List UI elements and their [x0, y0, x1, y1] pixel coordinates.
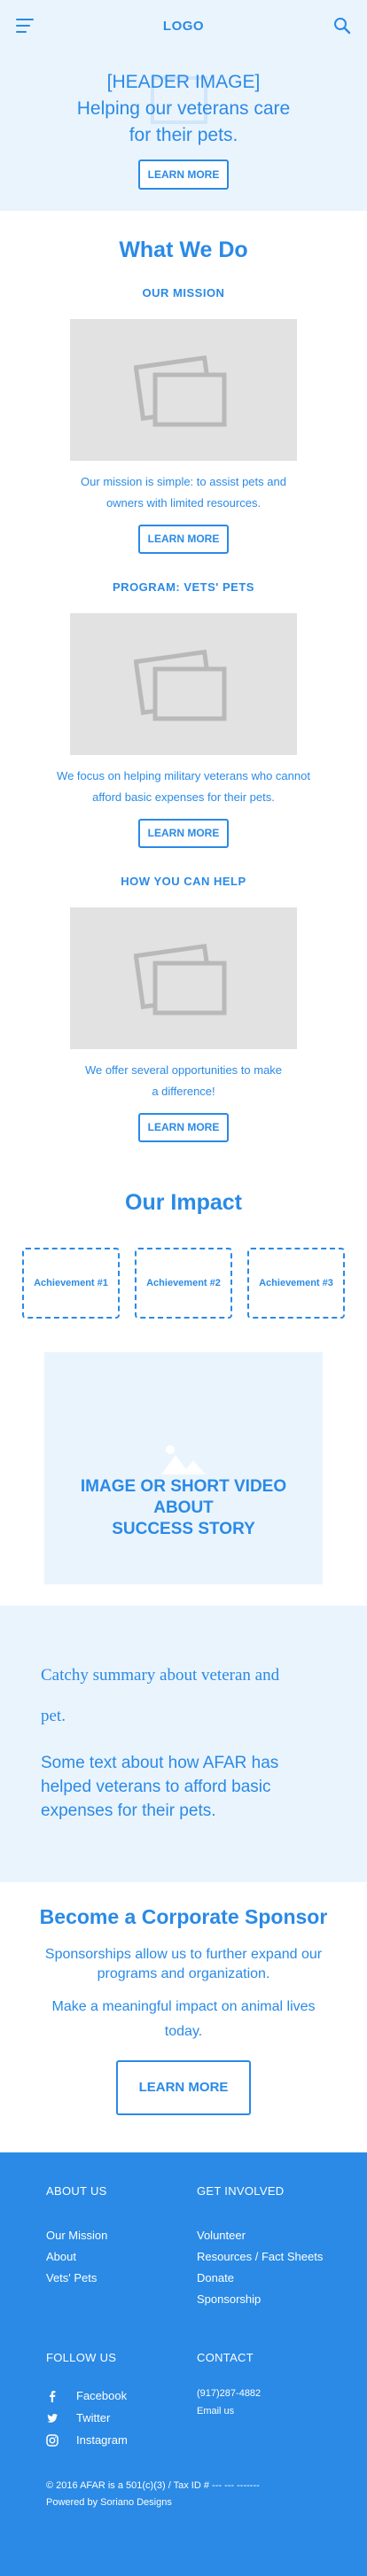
- copyright: © 2016 AFAR is a 501(c)(3) / Tax ID # --…: [46, 2478, 367, 2511]
- program-description-line-1: We focus on helping military veterans wh…: [57, 769, 310, 782]
- hero-header: [HEADER IMAGE] Helping our veterans care…: [0, 51, 367, 211]
- footer-link-donate[interactable]: Donate: [197, 2268, 347, 2289]
- achievements-row: Achievement #1 Achievement #2 Achievemen…: [22, 1248, 345, 1319]
- sponsor-text: Sponsorships allow us to further expand …: [44, 1947, 323, 1981]
- contact-email-link[interactable]: Email us: [197, 2402, 347, 2420]
- footer-link-volunteer[interactable]: Volunteer: [197, 2225, 347, 2246]
- twitter-link[interactable]: Twitter: [46, 2407, 197, 2429]
- footer-involved-heading: GET INVOLVED: [197, 2184, 285, 2198]
- hero-tagline-line-2: for their pets.: [129, 125, 238, 145]
- footer-link-vets-pets[interactable]: Vets' Pets: [46, 2268, 197, 2289]
- help-description: We offer several opportunities to make a…: [37, 1060, 330, 1102]
- image-placeholder-icon: [134, 355, 227, 427]
- impact-section: Our Impact Achievement #1 Achievement #2…: [0, 1190, 367, 1584]
- footer-follow-heading: FOLLOW US: [46, 2351, 117, 2364]
- footer-involved-column: GET INVOLVED Volunteer Resources / Fact …: [197, 2184, 347, 2310]
- summary-headline: Catchy summary about veteran and pet.: [41, 1655, 326, 1737]
- program-learn-more-button[interactable]: LEARN MORE: [138, 819, 229, 848]
- help-title: HOW YOU CAN HELP: [121, 875, 246, 888]
- help-block: HOW YOU CAN HELP We offer several opport…: [0, 875, 367, 1142]
- achievement-1[interactable]: Achievement #1: [22, 1248, 120, 1319]
- footer-link-our-mission[interactable]: Our Mission: [46, 2225, 197, 2246]
- mission-title: OUR MISSION: [142, 286, 225, 300]
- hero-tagline-line-1: Helping our veterans care: [76, 98, 291, 119]
- program-block: PROGRAM: VETS' PETS We focus on helping …: [0, 580, 367, 848]
- facebook-icon: [50, 2390, 56, 2402]
- sponsor-text-2: Make a meaningful impact on animal lives…: [51, 1999, 316, 2039]
- success-story-media[interactable]: IMAGE OR SHORT VIDEO ABOUT SUCCESS STORY: [44, 1352, 323, 1584]
- instagram-link[interactable]: Instagram: [46, 2429, 197, 2451]
- logo[interactable]: LOGO: [163, 19, 204, 34]
- footer-link-resources[interactable]: Resources / Fact Sheets: [197, 2246, 347, 2268]
- sponsor-learn-more-button[interactable]: LEARN MORE: [116, 2060, 251, 2115]
- mission-description: Our mission is simple: to assist pets an…: [37, 471, 330, 514]
- help-description-line-2: a difference!: [152, 1085, 215, 1098]
- help-description-line-1: We offer several opportunities to make: [84, 1063, 283, 1077]
- footer-link-sponsorship[interactable]: Sponsorship: [197, 2289, 347, 2310]
- program-title: PROGRAM: VETS' PETS: [113, 580, 254, 594]
- story-line-1: IMAGE OR SHORT VIDEO: [80, 1477, 287, 1496]
- footer-follow-column: FOLLOW US Facebook Twitter Instagram: [46, 2351, 197, 2451]
- footer-about-column: ABOUT US Our Mission About Vets' Pets: [46, 2184, 197, 2310]
- image-placeholder-icon: [134, 944, 227, 1016]
- top-navigation-bar: LOGO: [0, 0, 367, 51]
- footer-contact-column: CONTACT (917)287-4882 Email us: [197, 2351, 347, 2451]
- mountain-image-icon: [161, 1445, 206, 1475]
- twitter-label: Twitter: [76, 2411, 111, 2424]
- summary-text: Some text about how AFAR has helped vete…: [41, 1754, 279, 1820]
- program-image-placeholder: [70, 613, 297, 755]
- footer: ABOUT US Our Mission About Vets' Pets GE…: [0, 2152, 367, 2576]
- contact-phone[interactable]: (917)287-4882: [197, 2385, 347, 2402]
- footer-contact-heading: CONTACT: [197, 2351, 254, 2364]
- mission-description-line-1: Our mission is simple: to assist pets an…: [81, 475, 286, 488]
- search-icon[interactable]: [333, 17, 351, 35]
- image-placeholder-icon: [134, 650, 227, 721]
- footer-about-heading: ABOUT US: [46, 2184, 107, 2198]
- copyright-line-1: © 2016 AFAR is a 501(c)(3) / Tax ID # --…: [46, 2480, 260, 2491]
- facebook-label: Facebook: [76, 2389, 128, 2402]
- twitter-icon: [47, 2413, 58, 2423]
- what-we-do-title: What We Do: [119, 237, 248, 262]
- story-line-2: ABOUT: [153, 1498, 214, 1517]
- summary-headline-line-1: Catchy summary about veteran and: [41, 1666, 280, 1685]
- summary-headline-line-2: pet.: [41, 1707, 66, 1725]
- sponsor-section: Become a Corporate Sponsor Sponsorships …: [0, 1882, 367, 2152]
- footer-top-row: ABOUT US Our Mission About Vets' Pets GE…: [46, 2184, 367, 2310]
- mission-image-placeholder: [70, 319, 297, 461]
- instagram-icon: [46, 2433, 59, 2447]
- story-line-3: SUCCESS STORY: [112, 1520, 255, 1538]
- footer-link-about[interactable]: About: [46, 2246, 197, 2268]
- mission-learn-more-button[interactable]: LEARN MORE: [138, 525, 229, 554]
- header-image-label: [HEADER IMAGE]: [106, 72, 261, 92]
- footer-bottom-row: FOLLOW US Facebook Twitter Instagram CON…: [46, 2351, 367, 2451]
- help-image-placeholder: [70, 907, 297, 1049]
- program-description-line-2: afford basic expenses for their pets.: [92, 790, 275, 804]
- achievement-2[interactable]: Achievement #2: [135, 1248, 232, 1319]
- sponsor-title: Become a Corporate Sponsor: [39, 1905, 328, 1928]
- summary-section: Catchy summary about veteran and pet. So…: [0, 1606, 367, 1882]
- impact-title: Our Impact: [125, 1190, 242, 1215]
- page: LOGO [HEADER IMAGE] Helping our veterans…: [0, 0, 367, 2576]
- help-learn-more-button[interactable]: LEARN MORE: [138, 1113, 229, 1142]
- what-we-do-section: What We Do OUR MISSION Our mission is si…: [0, 211, 367, 1142]
- hero-learn-more-button[interactable]: LEARN MORE: [138, 160, 229, 190]
- powered-by-credit: Powered by Soriano Designs: [46, 2497, 172, 2508]
- program-description: We focus on helping military veterans wh…: [37, 766, 330, 808]
- facebook-link[interactable]: Facebook: [46, 2385, 197, 2407]
- mission-block: OUR MISSION Our mission is simple: to as…: [0, 286, 367, 554]
- mission-description-line-2: owners with limited resources.: [105, 496, 262, 510]
- achievement-3[interactable]: Achievement #3: [247, 1248, 345, 1319]
- instagram-label: Instagram: [76, 2433, 128, 2447]
- hamburger-menu-icon[interactable]: [16, 19, 34, 33]
